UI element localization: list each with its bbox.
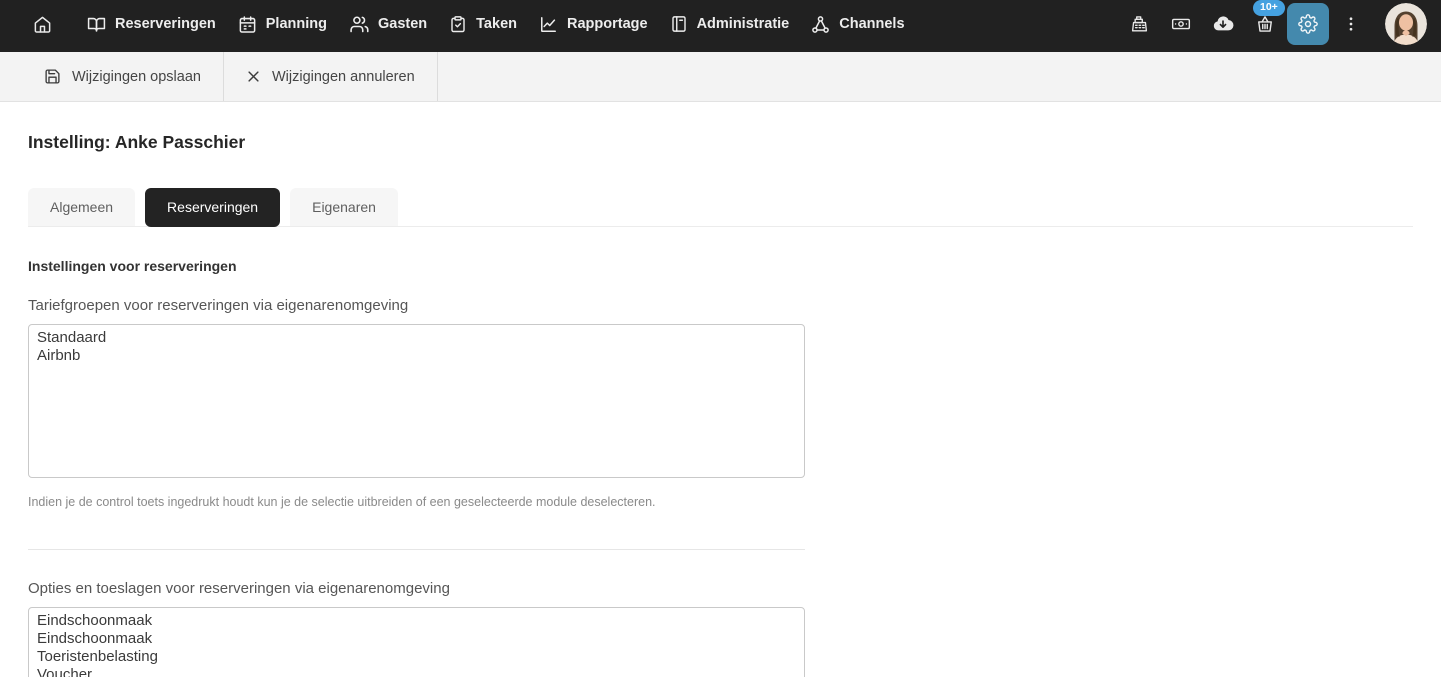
actions-toolbar: Wijzigingen opslaan Wijzigingen annulere…	[0, 52, 1441, 102]
nav-item-label: Channels	[839, 16, 905, 32]
listbox-option[interactable]: Eindschoonmaak	[29, 612, 804, 630]
tab-reserveringen[interactable]: Reserveringen	[145, 188, 281, 227]
listbox-option[interactable]: Eindschoonmaak	[29, 630, 804, 648]
cancel-changes-button[interactable]: Wijzigingen annuleren	[224, 52, 438, 101]
nav-item-label: Reserveringen	[115, 16, 216, 32]
chart-line-icon	[541, 16, 556, 32]
listbox-option[interactable]: Voucher	[29, 666, 804, 677]
cloud-download-button[interactable]	[1203, 4, 1243, 44]
home-icon	[34, 16, 50, 33]
banknote-icon	[1171, 18, 1191, 30]
nav-item-label: Taken	[476, 16, 517, 32]
nav-item-administratie[interactable]: Administratie	[659, 2, 801, 46]
settings-button[interactable]	[1287, 3, 1329, 45]
tariff-groups-help-text: Indien je de control toets ingedrukt hou…	[28, 495, 656, 509]
banknote-button[interactable]	[1161, 4, 1201, 44]
basket-count-badge: 10+	[1253, 0, 1285, 16]
cloud-download-icon	[1213, 16, 1234, 31]
nav-item-rapportage[interactable]: Rapportage	[528, 2, 659, 46]
avatar-photo	[1385, 3, 1427, 45]
nav-item-taken[interactable]: Taken	[438, 2, 528, 46]
share-network-icon	[812, 15, 830, 33]
users-icon	[350, 16, 369, 33]
nav-left-group: Reserveringen Planning Gasten Taken Rapp…	[22, 2, 916, 46]
save-changes-label: Wijzigingen opslaan	[72, 68, 201, 85]
listbox-option[interactable]: Airbnb	[29, 347, 804, 365]
kebab-menu-icon	[1349, 17, 1353, 31]
home-button[interactable]	[22, 4, 62, 44]
basket-icon	[1258, 16, 1272, 32]
clipboard-icon	[451, 16, 465, 33]
section-divider	[28, 549, 805, 550]
nav-item-label: Rapportage	[567, 16, 648, 32]
nav-item-gasten[interactable]: Gasten	[338, 2, 438, 46]
top-navbar: Reserveringen Planning Gasten Taken Rapp…	[0, 0, 1441, 52]
nav-item-reserveringen[interactable]: Reserveringen	[76, 2, 227, 46]
tab-bar: Algemeen Reserveringen Eigenaren	[28, 188, 1413, 227]
section-heading: Instellingen voor reserveringen	[28, 258, 237, 274]
cash-register-icon	[1131, 15, 1147, 32]
page-title: Instelling: Anke Passchier	[28, 132, 246, 152]
basket-button[interactable]: 10+	[1245, 0, 1285, 44]
listbox-option[interactable]: Standaard	[29, 329, 804, 347]
book-open-icon	[87, 17, 106, 32]
tariff-groups-label: Tariefgroepen voor reserveringen via eig…	[28, 297, 409, 314]
nav-item-label: Administratie	[696, 16, 790, 32]
nav-item-channels[interactable]: Channels	[800, 2, 915, 46]
kebab-menu-button[interactable]	[1331, 4, 1371, 44]
ledger-book-icon	[671, 16, 686, 32]
nav-item-label: Planning	[265, 16, 327, 32]
gear-icon	[1298, 14, 1318, 34]
tab-eigenaren[interactable]: Eigenaren	[290, 188, 398, 226]
options-surcharges-label: Opties en toeslagen voor reserveringen v…	[28, 580, 450, 597]
nav-right-group: 10+	[1117, 0, 1427, 45]
options-surcharges-listbox[interactable]: Eindschoonmaak Eindschoonmaak Toeristenb…	[28, 607, 805, 677]
save-icon	[45, 69, 60, 84]
nav-item-label: Gasten	[377, 16, 428, 32]
user-avatar[interactable]	[1385, 3, 1427, 45]
nav-item-planning[interactable]: Planning	[227, 2, 338, 46]
main-content: Instelling: Anke Passchier Algemeen Rese…	[0, 132, 1441, 677]
tab-algemeen[interactable]: Algemeen	[28, 188, 136, 226]
listbox-option[interactable]: Toeristenbelasting	[29, 648, 804, 666]
cancel-changes-label: Wijzigingen annuleren	[271, 68, 415, 85]
calendar-icon	[239, 15, 256, 33]
save-changes-button[interactable]: Wijzigingen opslaan	[22, 52, 224, 101]
cash-register-button[interactable]	[1119, 4, 1159, 44]
tariff-groups-listbox[interactable]: Standaard Airbnb	[28, 324, 805, 478]
close-icon	[248, 71, 259, 82]
